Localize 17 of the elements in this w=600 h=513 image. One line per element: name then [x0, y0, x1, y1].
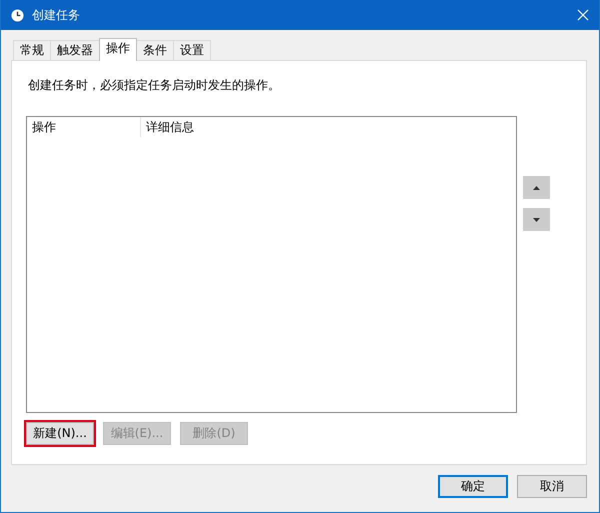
actions-list[interactable]: 操作 详细信息: [26, 116, 517, 413]
tab[interactable]: 操作: [99, 38, 137, 61]
description-text: 创建任务时，必须指定任务启动时发生的操作。: [28, 77, 281, 94]
tab[interactable]: 常规: [13, 40, 51, 60]
down-icon: [533, 218, 540, 222]
close-icon[interactable]: [577, 9, 589, 21]
window-title: 创建任务: [32, 6, 81, 24]
column-header[interactable]: 详细信息: [141, 117, 199, 137]
clock-icon: [11, 8, 24, 22]
tab[interactable]: 设置: [173, 40, 211, 60]
dialog-button[interactable]: 确定: [438, 475, 508, 498]
move-up-button[interactable]: [523, 176, 550, 199]
column-header[interactable]: 操作: [27, 117, 141, 137]
up-icon: [533, 186, 540, 190]
dialog-button[interactable]: 取消: [517, 475, 587, 498]
action-button[interactable]: 新建(N)...: [26, 422, 94, 445]
move-down-button[interactable]: [523, 208, 550, 231]
